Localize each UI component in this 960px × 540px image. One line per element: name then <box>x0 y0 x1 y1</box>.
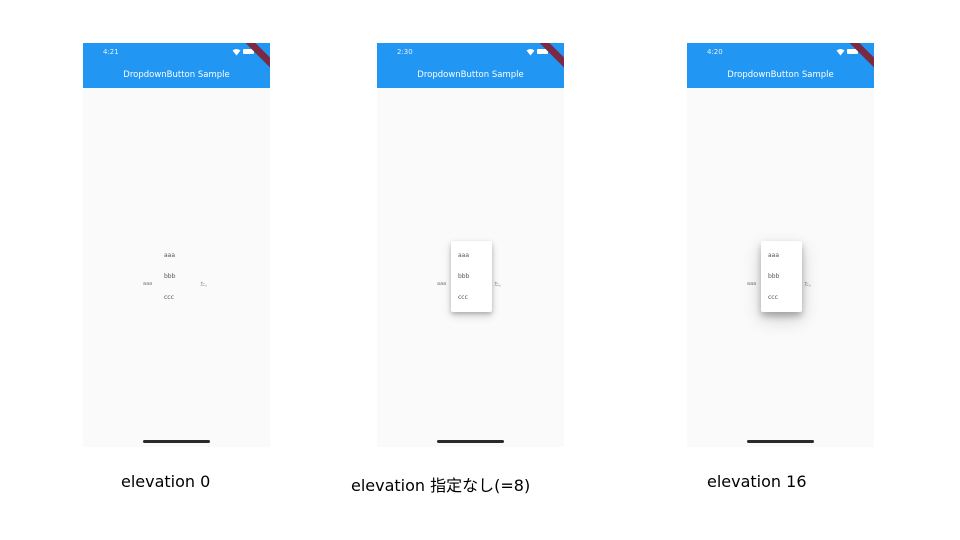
home-indicator[interactable] <box>747 440 814 443</box>
dropdown-menu-item[interactable]: bbb <box>164 273 175 280</box>
home-indicator[interactable] <box>437 440 504 443</box>
app-bar-title: DropdownButton Sample <box>727 70 834 80</box>
app-bar: 2:30 DropdownButton Sample <box>377 43 564 88</box>
status-time: 2:30 <box>397 48 413 56</box>
dropdown-menu-item[interactable]: aaa <box>458 252 469 259</box>
status-time: 4:21 <box>103 48 119 56</box>
caption-elevation-default: elevation 指定なし(=8) <box>351 476 531 495</box>
dropdown-suffix: た。 <box>494 282 505 288</box>
wifi-icon <box>526 49 535 56</box>
dropdown-menu-item[interactable]: aaa <box>768 252 779 259</box>
dropdown-selected-value: aaa <box>143 281 153 287</box>
app-bar-title: DropdownButton Sample <box>417 70 524 80</box>
dropdown-selected-value: aaa <box>437 281 447 287</box>
caption-elevation-0: elevation 0 <box>121 472 211 491</box>
app-bar-title: DropdownButton Sample <box>123 70 230 80</box>
dropdown-menu: aaa bbb ccc <box>761 241 802 312</box>
caption-elevation-16: elevation 16 <box>707 472 807 491</box>
dropdown-menu-item[interactable]: bbb <box>768 273 779 280</box>
dropdown-menu: aaa bbb ccc <box>451 241 492 312</box>
dropdown-menu-item[interactable]: aaa <box>164 252 175 259</box>
home-indicator[interactable] <box>143 440 210 443</box>
dropdown-menu-item[interactable]: ccc <box>458 294 468 301</box>
phone-screen-elevation-0: 4:21 DropdownButton Sample aaa た。 aaa bb… <box>83 43 270 447</box>
dropdown-menu-item[interactable]: bbb <box>458 273 469 280</box>
phone-screen-elevation-16: 4:20 DropdownButton Sample aaa た。 aaa bb… <box>687 43 874 447</box>
status-time: 4:20 <box>707 48 723 56</box>
app-bar: 4:20 DropdownButton Sample <box>687 43 874 88</box>
phone-screen-elevation-8: 2:30 DropdownButton Sample aaa た。 aaa bb… <box>377 43 564 447</box>
wifi-icon <box>836 49 845 56</box>
dropdown-selected-value: aaa <box>747 281 757 287</box>
wifi-icon <box>232 49 241 56</box>
dropdown-suffix: た。 <box>200 282 211 288</box>
dropdown-menu: aaa bbb ccc <box>157 241 198 312</box>
app-bar: 4:21 DropdownButton Sample <box>83 43 270 88</box>
dropdown-suffix: た。 <box>804 282 815 288</box>
dropdown-menu-item[interactable]: ccc <box>164 294 174 301</box>
dropdown-menu-item[interactable]: ccc <box>768 294 778 301</box>
